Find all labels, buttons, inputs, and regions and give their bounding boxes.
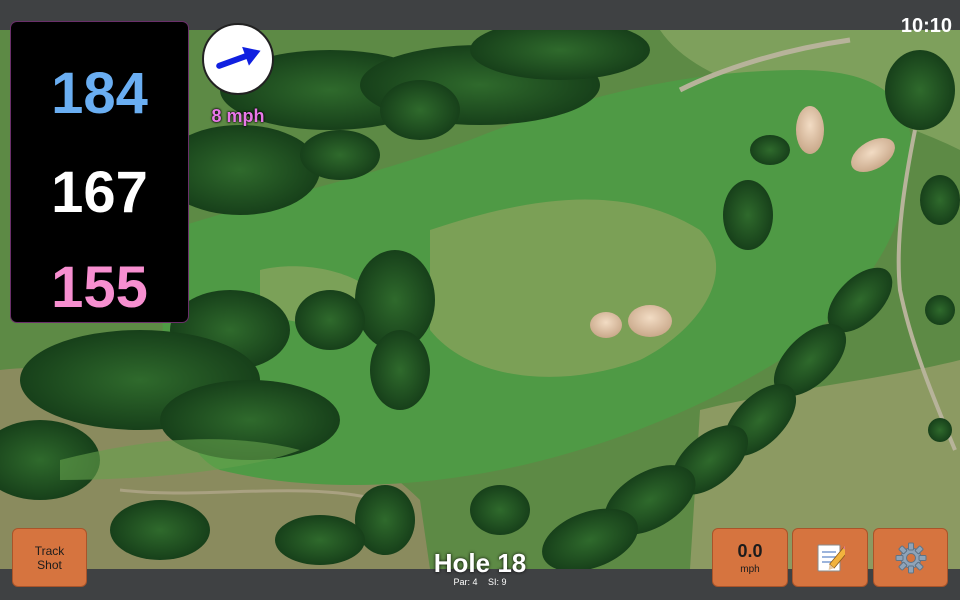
track-shot-label-line1: Track <box>34 543 65 558</box>
distance-panel: 184 167 155 <box>11 22 188 322</box>
notes-button[interactable] <box>792 528 868 587</box>
middle-distance: 167 <box>51 160 148 225</box>
speed-button[interactable]: 0.0 mph <box>712 528 788 587</box>
status-time: 10:10 <box>900 15 952 37</box>
speed-value: 0.0 <box>737 540 763 561</box>
back-distance: 184 <box>51 61 148 126</box>
hole-par: Par: 4 <box>453 577 478 587</box>
hole-stroke-index: SI: 9 <box>488 577 507 587</box>
wind-speed: 8 mph <box>211 106 265 126</box>
gear-icon <box>895 542 926 573</box>
memo-icon <box>817 544 845 571</box>
hole-info: Par: 4 SI: 9 <box>380 577 580 587</box>
track-shot-label-line2: Shot <box>37 557 62 572</box>
hole-title: Hole 18 <box>433 548 527 578</box>
wind-indicator <box>202 23 274 95</box>
track-shot-button[interactable]: Track Shot <box>12 528 87 587</box>
arrow-icon <box>216 46 261 69</box>
front-distance: 155 <box>51 255 148 320</box>
settings-button[interactable] <box>873 528 948 587</box>
speed-unit: mph <box>740 563 760 575</box>
